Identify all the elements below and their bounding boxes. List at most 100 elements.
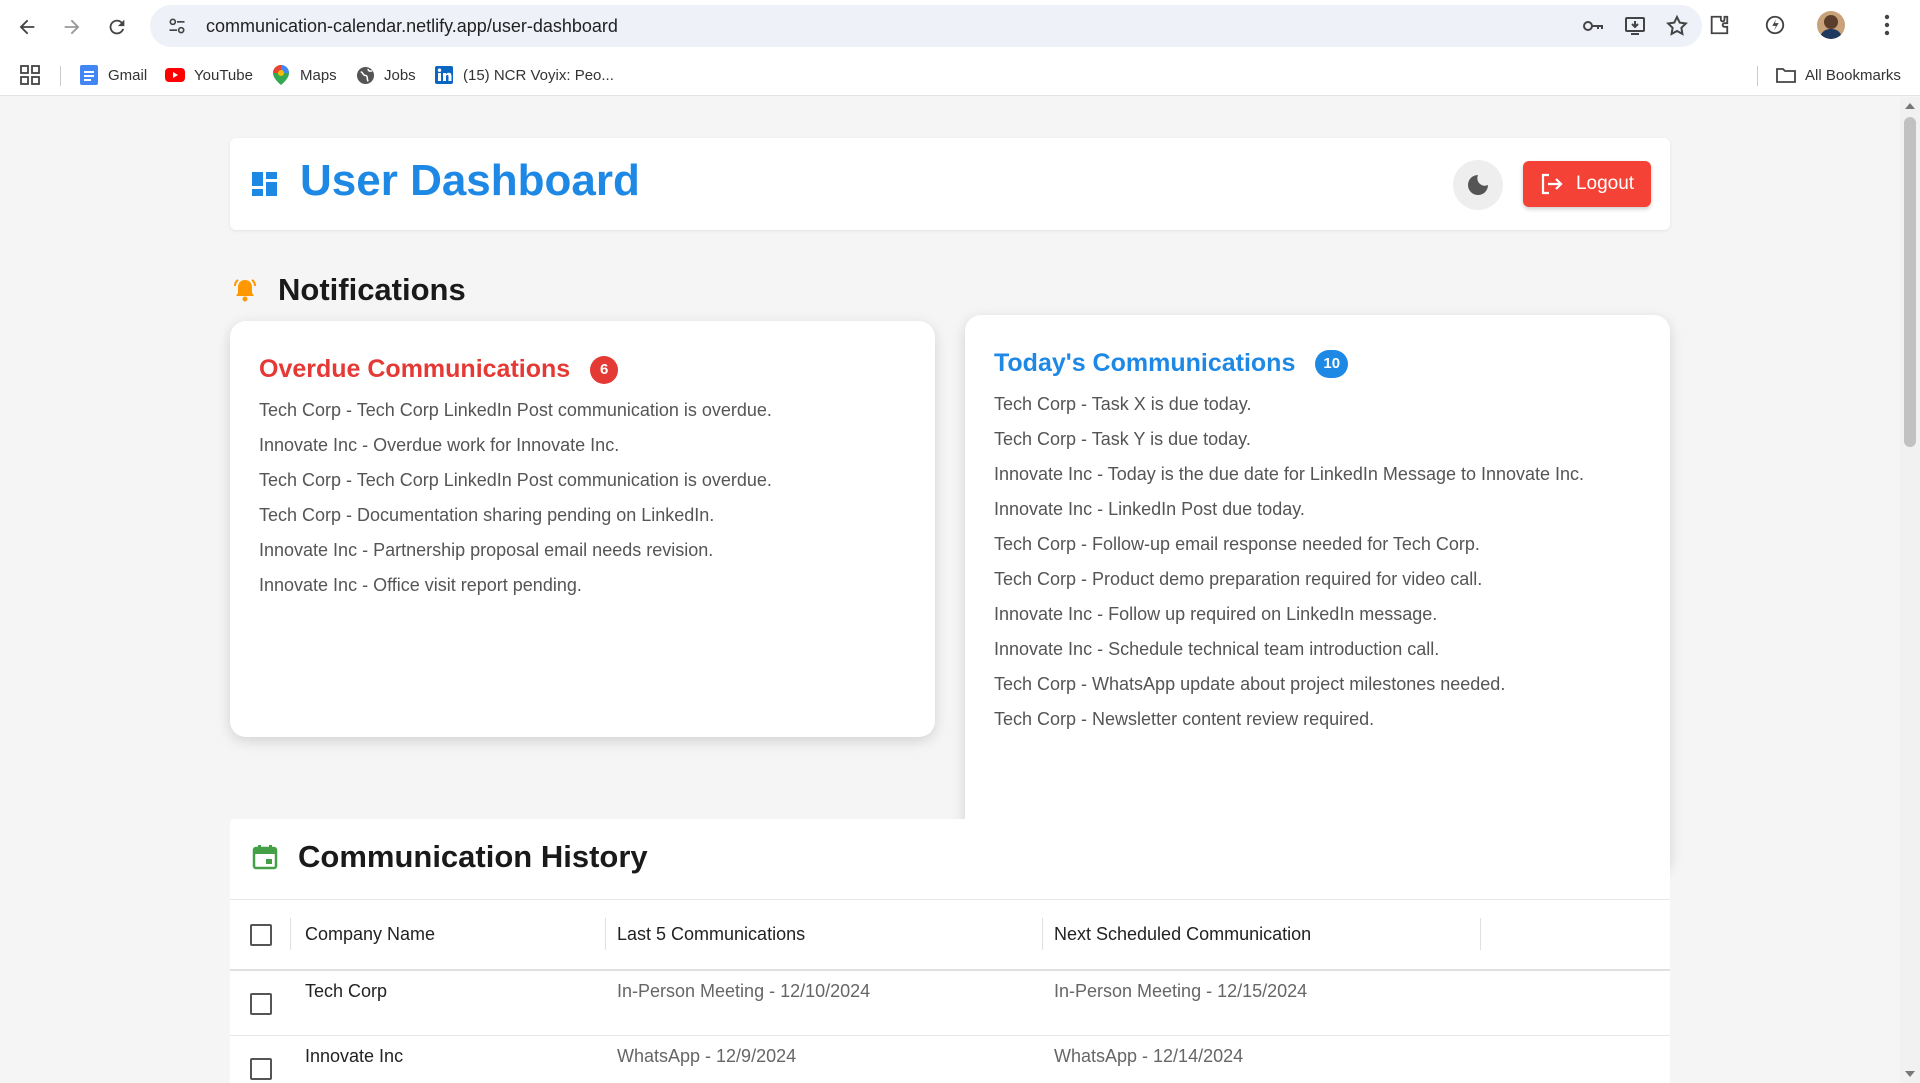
today-title: Today's Communications 10	[994, 349, 1349, 378]
list-item: Tech Corp - Task Y is due today.	[994, 429, 1251, 449]
moon-icon	[1468, 175, 1488, 195]
list-item: Innovate Inc - Partnership proposal emai…	[259, 540, 714, 560]
linkedin-icon	[434, 65, 454, 85]
last-communications-cell: WhatsApp - 12/9/2024	[617, 1046, 797, 1066]
bookmark-label: Jobs	[384, 66, 416, 84]
history-title: Communication History	[298, 839, 648, 874]
list-item: Tech Corp - Tech Corp LinkedIn Post comm…	[259, 400, 772, 420]
extensions-icon[interactable]	[1702, 8, 1736, 42]
overdue-count-badge: 6	[590, 355, 619, 384]
company-cell: Tech Corp	[305, 981, 388, 1001]
bookmark-label: YouTube	[194, 66, 253, 84]
today-title-text: Today's Communications	[994, 349, 1296, 377]
today-card: Today's Communications 10 Tech Corp - Ta…	[965, 315, 1670, 871]
reload-icon[interactable]	[100, 10, 134, 44]
notifications-title: Notifications	[278, 272, 466, 307]
list-item: Tech Corp - WhatsApp update about projec…	[994, 674, 1506, 694]
apps-grid-icon[interactable]	[20, 60, 40, 90]
bookmark-linkedin[interactable]: (15) NCR Voyix: Peo...	[434, 60, 614, 90]
table-row[interactable]: Innovate Inc WhatsApp - 12/9/2024 WhatsA…	[230, 1036, 1670, 1083]
column-header[interactable]: Next Scheduled Communication	[1054, 924, 1311, 945]
list-item: Tech Corp - Documentation sharing pendin…	[259, 505, 715, 525]
overdue-list: Tech Corp - Tech Corp LinkedIn Post comm…	[259, 399, 772, 609]
history-header: Communication History	[252, 839, 648, 875]
page-scrollbar[interactable]	[1900, 97, 1920, 1083]
column-divider	[1042, 918, 1043, 950]
list-item: Innovate Inc - Today is the due date for…	[994, 464, 1585, 484]
calendar-icon	[252, 845, 278, 870]
password-key-icon[interactable]	[1580, 13, 1606, 39]
bookmark-label: Gmail	[108, 66, 148, 84]
all-bookmarks-label: All Bookmarks	[1805, 66, 1901, 84]
list-item: Tech Corp - Tech Corp LinkedIn Post comm…	[259, 470, 772, 490]
column-divider	[290, 918, 291, 950]
list-item: Innovate Inc - Follow up required on Lin…	[994, 604, 1438, 624]
bell-icon	[234, 279, 256, 302]
table-row[interactable]: Tech Corp In-Person Meeting - 12/10/2024…	[230, 971, 1670, 1036]
overdue-title-text: Overdue Communications	[259, 355, 571, 383]
scrollbar-thumb[interactable]	[1904, 117, 1916, 447]
menu-kebab-icon[interactable]	[1870, 8, 1904, 42]
communication-history: Communication History Company Name Last …	[230, 819, 1670, 1083]
bookmark-label: (15) NCR Voyix: Peo...	[463, 66, 614, 84]
performance-icon[interactable]	[1758, 8, 1792, 42]
logout-icon	[1541, 173, 1563, 195]
next-communication-cell: WhatsApp - 12/14/2024	[1054, 1046, 1244, 1066]
bookmark-gmail[interactable]: Gmail	[79, 60, 147, 90]
next-communication-cell: In-Person Meeting - 12/15/2024	[1054, 981, 1308, 1001]
forward-arrow-icon[interactable]	[55, 10, 89, 44]
back-arrow-icon[interactable]	[10, 10, 44, 44]
page-content: User Dashboard Logout Notifications Over…	[0, 97, 1900, 1083]
list-item: Innovate Inc - Schedule technical team i…	[994, 639, 1440, 659]
select-all-checkbox[interactable]	[250, 924, 272, 946]
list-item: Tech Corp - Task X is due today.	[994, 394, 1252, 414]
notifications-header: Notifications	[232, 272, 466, 308]
row-checkbox[interactable]	[250, 1058, 272, 1080]
today-count-badge: 10	[1315, 349, 1349, 378]
list-item: Tech Corp - Follow-up email response nee…	[994, 534, 1480, 554]
install-app-icon[interactable]	[1622, 13, 1648, 39]
overdue-title: Overdue Communications 6	[259, 355, 619, 384]
address-bar[interactable]: communication-calendar.netlify.app/user-…	[150, 5, 1702, 47]
list-item: Tech Corp - Product demo preparation req…	[994, 569, 1483, 589]
url-text[interactable]: communication-calendar.netlify.app/user-…	[206, 16, 618, 37]
bookmark-label: Maps	[300, 66, 337, 84]
bookmarks-bar: Gmail YouTube Maps Jobs (15) NCR Voyix: …	[0, 54, 1920, 96]
column-header[interactable]: Company Name	[305, 924, 435, 945]
site-settings-icon[interactable]	[162, 11, 192, 41]
youtube-icon	[165, 65, 185, 85]
bookmarks-divider	[60, 66, 61, 86]
history-table: Company Name Last 5 Communications Next …	[230, 899, 1670, 1083]
column-divider	[1480, 918, 1481, 950]
maps-icon	[271, 65, 291, 85]
profile-avatar[interactable]	[1814, 8, 1848, 42]
bookmark-jobs[interactable]: Jobs	[355, 60, 416, 90]
all-bookmarks-button[interactable]: All Bookmarks	[1776, 60, 1901, 90]
bookmark-maps[interactable]: Maps	[271, 60, 337, 90]
table-header: Company Name Last 5 Communications Next …	[230, 899, 1670, 971]
folder-icon	[1776, 65, 1796, 85]
bookmark-youtube[interactable]: YouTube	[165, 60, 253, 90]
logout-label: Logout	[1575, 173, 1635, 194]
overdue-card: Overdue Communications 6 Tech Corp - Tec…	[230, 321, 935, 737]
list-item: Innovate Inc - Overdue work for Innovate…	[259, 435, 620, 455]
dashboard-header: User Dashboard Logout	[230, 138, 1670, 230]
bookmarks-divider	[1757, 66, 1758, 86]
page-title: User Dashboard	[300, 156, 640, 205]
dark-mode-toggle[interactable]	[1453, 160, 1503, 210]
list-item: Innovate Inc - Office visit report pendi…	[259, 575, 582, 595]
column-header[interactable]: Last 5 Communications	[617, 924, 805, 945]
row-checkbox[interactable]	[250, 993, 272, 1015]
bookmark-star-icon[interactable]	[1664, 13, 1690, 39]
column-divider	[605, 918, 606, 950]
company-cell: Innovate Inc	[305, 1046, 404, 1066]
last-communications-cell: In-Person Meeting - 12/10/2024	[617, 981, 871, 1001]
dashboard-icon	[252, 172, 277, 196]
scroll-down-arrow-icon[interactable]	[1905, 1071, 1915, 1077]
browser-toolbar: communication-calendar.netlify.app/user-…	[0, 0, 1920, 54]
globe-icon	[355, 65, 375, 85]
scroll-up-arrow-icon[interactable]	[1905, 103, 1915, 109]
gmail-icon	[79, 65, 99, 85]
list-item: Innovate Inc - LinkedIn Post due today.	[994, 499, 1305, 519]
logout-button[interactable]: Logout	[1523, 161, 1651, 207]
